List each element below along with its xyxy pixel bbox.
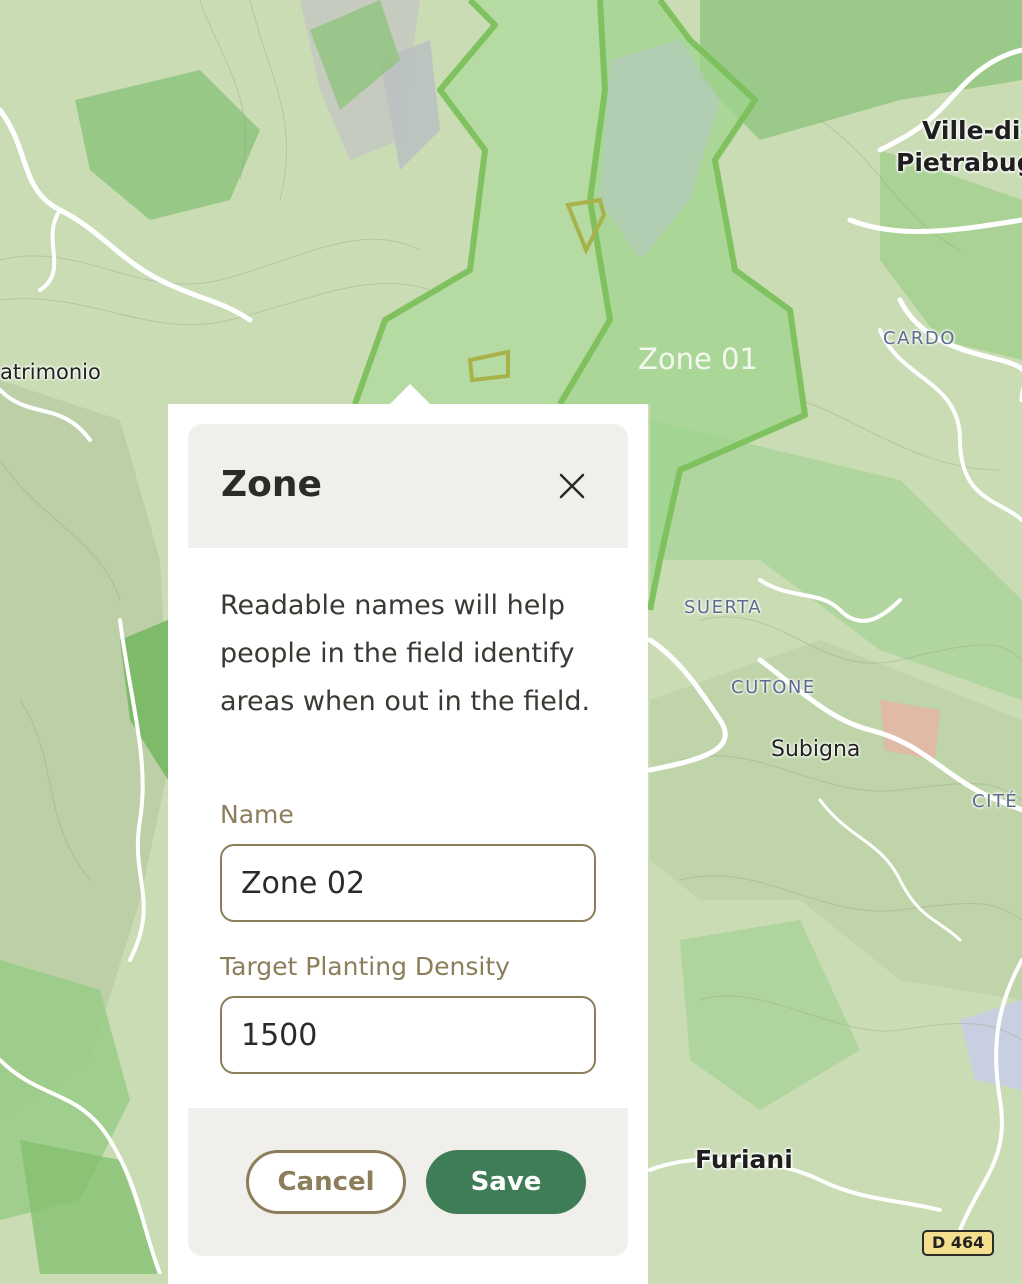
- map-label-cardo: CARDO: [883, 328, 956, 349]
- target-planting-density-label: Target Planting Density: [220, 952, 510, 981]
- popup-pointer: [390, 384, 430, 404]
- popup-header: Zone: [188, 424, 628, 548]
- map-label-furiani: Furiani: [695, 1145, 793, 1174]
- cancel-button[interactable]: Cancel: [246, 1150, 406, 1214]
- popup-title: Zone: [221, 464, 322, 505]
- popup-footer: Cancel Save: [188, 1108, 628, 1256]
- help-text: Readable names will help people in the f…: [220, 590, 591, 717]
- zone-edit-popup: Zone Readable names will help people in …: [168, 404, 648, 1284]
- map-label-cutone: CUTONE: [731, 677, 816, 698]
- map-label-pietrabugno: Pietrabugno: [896, 148, 1022, 177]
- zone-01-map-label[interactable]: Zone 01: [638, 342, 758, 376]
- map-label-cite: CITÉ: [972, 791, 1019, 812]
- target-planting-density-input[interactable]: [220, 996, 596, 1074]
- popup-body: Readable names will help people in the f…: [220, 582, 610, 726]
- map-label-subigna: Subigna: [771, 737, 861, 762]
- name-label: Name: [220, 800, 294, 829]
- map-label-ville-di: Ville-di-: [922, 116, 1022, 145]
- close-button[interactable]: [554, 468, 590, 504]
- map-label-suerta: SUERTA: [684, 597, 763, 618]
- save-button[interactable]: Save: [426, 1150, 586, 1214]
- map-label-patrimonio: atrimonio: [0, 360, 101, 384]
- close-icon: [559, 473, 585, 499]
- name-input[interactable]: [220, 844, 596, 922]
- road-shield-d464: D 464: [922, 1230, 995, 1256]
